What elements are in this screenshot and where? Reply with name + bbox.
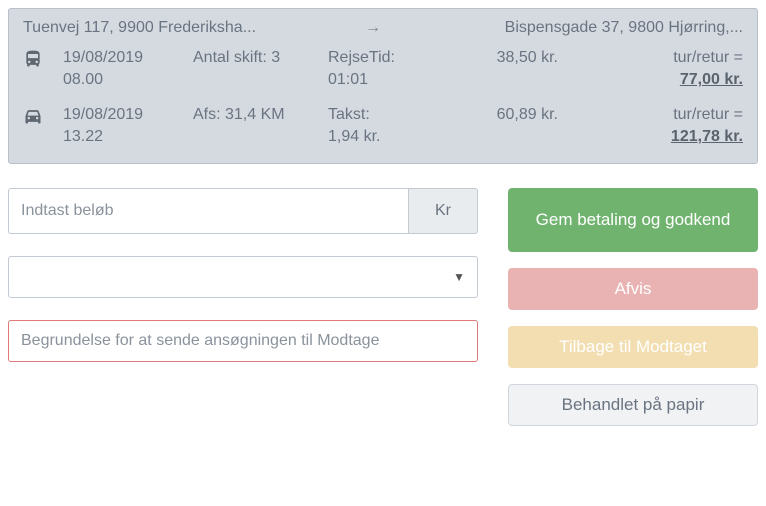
left-column: Kr ▼: [8, 188, 478, 426]
car-cost: 60,89 kr.: [448, 104, 558, 126]
from-address: Tuenvej 117, 9900 Frederiksha...: [23, 19, 353, 37]
trip-summary-panel: Tuenvej 117, 9900 Frederiksha... → Bispe…: [8, 8, 758, 164]
bus-travel-label: RejseTid:: [328, 49, 395, 66]
amount-input[interactable]: [8, 188, 408, 234]
bus-travel-value: 01:01: [328, 71, 368, 88]
bus-time: 08.00: [63, 71, 103, 88]
address-row: Tuenvej 117, 9900 Frederiksha... → Bispe…: [23, 19, 743, 37]
car-total: tur/retur = 121,78 kr.: [558, 104, 743, 149]
car-total-label: tur/retur =: [558, 104, 743, 126]
car-time: 13.22: [63, 128, 103, 145]
car-datetime: 19/08/2019 13.22: [63, 104, 193, 149]
bus-total-value: 77,00 kr.: [680, 71, 743, 88]
arrow-icon: →: [353, 19, 393, 37]
to-address: Bispensgade 37, 9800 Hjørring,...: [393, 19, 743, 37]
car-icon: [23, 104, 63, 131]
back-to-received-button[interactable]: Tilbage til Modtaget: [508, 326, 758, 368]
trip-row-car: 19/08/2019 13.22 Afs: 31,4 KM Takst: 1,9…: [23, 104, 743, 149]
car-distance: Afs: 31,4 KM: [193, 104, 328, 126]
reject-button[interactable]: Afvis: [508, 268, 758, 310]
trip-row-bus: 19/08/2019 08.00 Antal skift: 3 RejseTid…: [23, 47, 743, 92]
amount-group: Kr: [8, 188, 478, 234]
reason-input[interactable]: [8, 320, 478, 362]
bus-cost: 38,50 kr.: [448, 47, 558, 69]
approve-button[interactable]: Gem betaling og godkend: [508, 188, 758, 252]
processed-on-paper-button[interactable]: Behandlet på papir: [508, 384, 758, 426]
controls-grid: Kr ▼ Gem betaling og godkend Afvis Tilba…: [8, 188, 758, 426]
bus-travel: RejseTid: 01:01: [328, 47, 448, 92]
bus-total-label: tur/retur =: [558, 47, 743, 69]
form-container: Tuenvej 117, 9900 Frederiksha... → Bispe…: [8, 8, 758, 426]
chevron-down-icon: ▼: [453, 270, 465, 284]
currency-suffix: Kr: [408, 188, 478, 234]
bus-total: tur/retur = 77,00 kr.: [558, 47, 743, 92]
bus-icon: [23, 47, 63, 74]
bus-date: 19/08/2019: [63, 49, 143, 66]
car-rate: Takst: 1,94 kr.: [328, 104, 448, 149]
car-date: 19/08/2019: [63, 106, 143, 123]
car-total-value: 121,78 kr.: [671, 128, 743, 145]
status-select[interactable]: ▼: [8, 256, 478, 298]
right-column: Gem betaling og godkend Afvis Tilbage ti…: [508, 188, 758, 426]
car-rate-label: Takst:: [328, 106, 370, 123]
bus-datetime: 19/08/2019 08.00: [63, 47, 193, 92]
car-rate-value: 1,94 kr.: [328, 128, 380, 145]
bus-shift: Antal skift: 3: [193, 47, 328, 69]
